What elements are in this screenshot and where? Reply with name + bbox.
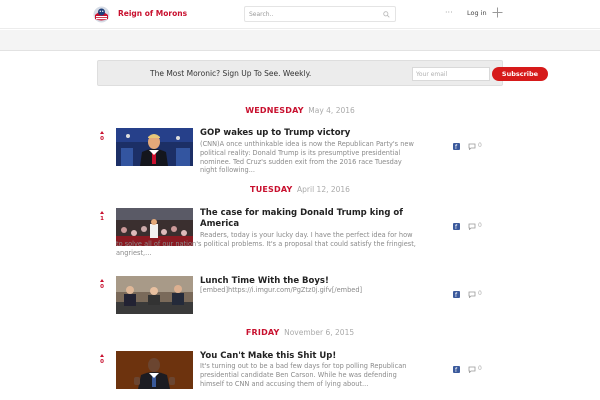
plus-icon[interactable]: [492, 7, 503, 18]
day-header: WEDNESDAY May 4, 2016: [0, 106, 600, 115]
search-box: [244, 6, 396, 22]
post-excerpt: Readers, today is your lucky day. I have…: [116, 231, 416, 257]
top-navbar: Reign of Morons ··· Log in: [0, 0, 600, 29]
post-excerpt: (CNN)A once unthinkable idea is now the …: [200, 140, 414, 175]
post-thumbnail[interactable]: [116, 128, 193, 166]
vote-count: 0: [100, 284, 104, 290]
day-date: April 12, 2016: [297, 185, 350, 194]
day-date: November 6, 2015: [284, 328, 355, 337]
day-header: FRIDAY November 6, 2015: [0, 328, 600, 337]
share-icon[interactable]: f: [453, 366, 460, 373]
vote-count: 0: [100, 359, 104, 365]
share-icon[interactable]: f: [453, 143, 460, 150]
vote-count: 0: [100, 136, 104, 142]
sub-navbar: [0, 30, 600, 51]
post-title[interactable]: You Can't Make this Shit Up!: [200, 351, 415, 362]
comment-count: 0: [478, 222, 482, 229]
login-link[interactable]: Log in: [467, 9, 487, 17]
vote-widget: 0: [97, 354, 107, 366]
post-excerpt: It's turning out to be a bad few days fo…: [200, 362, 407, 388]
more-menu-icon[interactable]: ···: [445, 8, 453, 17]
comment-icon[interactable]: [468, 223, 476, 230]
vote-widget: 1: [97, 211, 107, 223]
vote-widget: 0: [97, 131, 107, 143]
search-icon[interactable]: [383, 11, 390, 18]
vote-count: 1: [100, 216, 104, 222]
post-title[interactable]: The case for making Donald Trump king of…: [200, 208, 415, 230]
post-thumbnail[interactable]: [116, 351, 193, 389]
newsletter-text: The Most Moronic? Sign Up To See. Weekly…: [150, 69, 312, 78]
comment-icon[interactable]: [468, 143, 476, 150]
comment-icon[interactable]: [468, 291, 476, 298]
comment-icon[interactable]: [468, 366, 476, 373]
day-date: May 4, 2016: [308, 106, 355, 115]
subscribe-button[interactable]: Subscribe: [492, 67, 548, 81]
upvote-arrow-icon[interactable]: [100, 354, 104, 357]
upvote-arrow-icon[interactable]: [100, 131, 104, 134]
share-icon[interactable]: f: [453, 223, 460, 230]
vote-widget: 0: [97, 279, 107, 291]
share-icon[interactable]: f: [453, 291, 460, 298]
comment-count: 0: [478, 365, 482, 372]
search-input[interactable]: [249, 9, 379, 20]
post-thumbnail[interactable]: [116, 276, 193, 314]
newsletter-banner: The Most Moronic? Sign Up To See. Weekly…: [97, 60, 548, 86]
post-item: 0 You Can't Make this Shit Up! It's turn…: [0, 351, 600, 400]
post-item: 1 The case for making Donald Trump king …: [0, 208, 600, 258]
comment-count: 0: [478, 290, 482, 297]
day-header: TUESDAY April 12, 2016: [0, 185, 600, 194]
day-name: FRIDAY: [245, 328, 280, 337]
email-field[interactable]: [412, 67, 490, 81]
post-item: 0 Lunch Time With the Boys! [embed]https…: [0, 276, 600, 326]
post-item: 0 GOP wakes up to Trump victory (CNN)A o…: [0, 128, 600, 178]
upvote-arrow-icon[interactable]: [100, 211, 104, 214]
post-excerpt: [embed]https://i.imgur.com/PgZtz0j.gifv[…: [200, 286, 363, 294]
comment-count: 0: [478, 142, 482, 149]
post-title[interactable]: GOP wakes up to Trump victory: [200, 128, 415, 139]
site-logo[interactable]: [92, 5, 111, 24]
upvote-arrow-icon[interactable]: [100, 279, 104, 282]
site-name[interactable]: Reign of Morons: [118, 9, 187, 18]
day-name: TUESDAY: [250, 185, 293, 194]
day-name: WEDNESDAY: [245, 106, 304, 115]
